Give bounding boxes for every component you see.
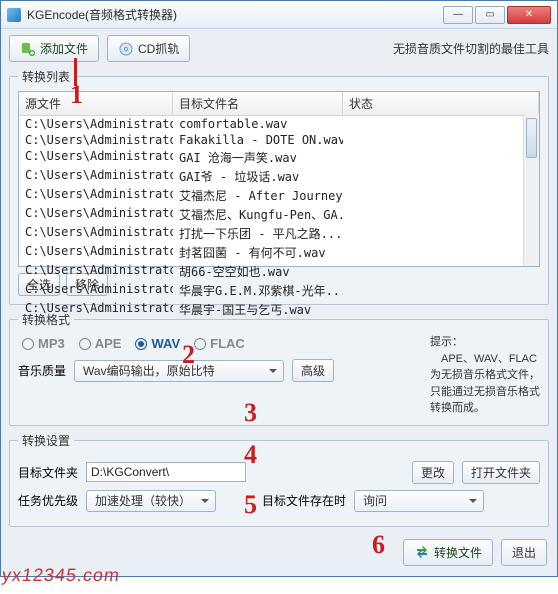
cell-target: GAI 沧海一声笑.wav <box>173 148 343 167</box>
settings-group: 转换设置 目标文件夹 更改 打开文件夹 任务优先级 加速处理（较快） 目标文件存… <box>9 432 549 527</box>
list-legend: 转换列表 <box>18 68 74 85</box>
cell-status <box>343 132 539 148</box>
radio-ape[interactable]: APE <box>79 336 122 351</box>
cell-status <box>343 243 539 262</box>
format-hint: 提示： APE、WAV、FLAC为无损音乐格式文件，只能通过无损音乐格式转换而成… <box>430 334 540 417</box>
convert-button[interactable]: 转换文件 <box>403 539 493 566</box>
table-row[interactable]: C:\Users\Administrator\D...GAI爷 - 垃圾话.wa… <box>19 167 539 186</box>
cell-target: comfortable.wav <box>173 116 343 132</box>
col-source[interactable]: 源文件 <box>19 92 173 115</box>
convert-label: 转换文件 <box>434 544 482 561</box>
target-folder-input[interactable] <box>86 462 246 482</box>
window-title: KGEncode(音频格式转换器) <box>27 6 443 23</box>
cell-status <box>343 224 539 243</box>
cell-status <box>343 116 539 132</box>
change-folder-button[interactable]: 更改 <box>412 461 454 484</box>
cell-status <box>343 262 539 281</box>
table-row[interactable]: C:\Users\Administrator\D...艾福杰尼、Kungfu-P… <box>19 205 539 224</box>
watermark: yx12345.com <box>1 565 122 586</box>
priority-label: 任务优先级 <box>18 492 78 509</box>
app-icon <box>7 8 21 22</box>
cell-source: C:\Users\Administrator\D... <box>19 300 173 319</box>
quality-label: 音乐质量 <box>18 362 66 379</box>
cell-target: 封茗囧菌 - 有何不可.wav <box>173 243 343 262</box>
table-row[interactable]: C:\Users\Administrator\D...GAI 沧海一声笑.wav <box>19 148 539 167</box>
file-list[interactable]: 源文件 目标文件名 状态 C:\Users\Administrator\D...… <box>18 91 540 267</box>
add-file-label: 添加文件 <box>40 40 88 57</box>
format-group: 转换格式 MP3 APE WAV FLAC 音乐质量 Wav编码输出，原始比特 … <box>9 311 549 426</box>
tagline: 无损音质文件切割的最佳工具 <box>393 40 549 57</box>
cell-target: 打扰一下乐团 - 平凡之路... <box>173 224 343 243</box>
cell-source: C:\Users\Administrator\D... <box>19 205 173 224</box>
table-row[interactable]: C:\Users\Administrator\D...华晨宇-国王与乞丐.wav <box>19 300 539 319</box>
music-plus-icon <box>20 41 36 57</box>
priority-select[interactable]: 加速处理（较快） <box>86 490 216 512</box>
cell-target: 艾福杰尼 - After Journey... <box>173 186 343 205</box>
cell-target: 艾福杰尼、Kungfu-Pen、GA... <box>173 205 343 224</box>
conversion-list-group: 转换列表 源文件 目标文件名 状态 C:\Users\Administrator… <box>9 68 549 305</box>
col-status[interactable]: 状态 <box>343 92 539 115</box>
cell-source: C:\Users\Administrator\D... <box>19 132 173 148</box>
radio-flac[interactable]: FLAC <box>194 336 245 351</box>
col-target[interactable]: 目标文件名 <box>173 92 343 115</box>
cell-source: C:\Users\Administrator\D... <box>19 243 173 262</box>
cell-source: C:\Users\Administrator\D... <box>19 167 173 186</box>
open-folder-button[interactable]: 打开文件夹 <box>462 461 540 484</box>
cell-status <box>343 167 539 186</box>
scrollbar-thumb[interactable] <box>526 118 537 158</box>
table-row[interactable]: C:\Users\Administrator\D...艾福杰尼 - After … <box>19 186 539 205</box>
maximize-button[interactable]: ▭ <box>475 6 505 24</box>
cell-status <box>343 148 539 167</box>
close-button[interactable]: ✕ <box>507 6 551 24</box>
minimize-button[interactable]: — <box>443 6 473 24</box>
cell-target: 华晨宇G.E.M.邓紫棋-光年... <box>173 281 343 300</box>
vertical-scrollbar[interactable] <box>523 114 539 266</box>
advanced-button[interactable]: 高级 <box>292 359 334 382</box>
cell-status <box>343 186 539 205</box>
cell-source: C:\Users\Administrator\D... <box>19 262 173 281</box>
table-row[interactable]: C:\Users\Administrator\D...华晨宇G.E.M.邓紫棋-… <box>19 281 539 300</box>
cd-icon <box>118 41 134 57</box>
cd-grab-label: CD抓轨 <box>138 40 179 57</box>
cell-source: C:\Users\Administrator\D... <box>19 224 173 243</box>
target-folder-label: 目标文件夹 <box>18 464 78 481</box>
cell-source: C:\Users\Administrator\D... <box>19 281 173 300</box>
cell-source: C:\Users\Administrator\D... <box>19 186 173 205</box>
exists-select[interactable]: 询问 <box>354 490 484 512</box>
settings-legend: 转换设置 <box>18 432 74 449</box>
cell-status <box>343 205 539 224</box>
cell-source: C:\Users\Administrator\D... <box>19 148 173 167</box>
table-row[interactable]: C:\Users\Administrator\D...封茗囧菌 - 有何不可.w… <box>19 243 539 262</box>
table-row[interactable]: C:\Users\Administrator\D...打扰一下乐团 - 平凡之路… <box>19 224 539 243</box>
cell-target: Fakakilla - DOTE ON.wav <box>173 132 343 148</box>
exists-label: 目标文件存在时 <box>262 492 346 509</box>
cell-target: 华晨宇-国王与乞丐.wav <box>173 300 343 319</box>
cd-grab-button[interactable]: CD抓轨 <box>107 35 190 62</box>
exit-button[interactable]: 退出 <box>501 539 547 566</box>
list-header: 源文件 目标文件名 状态 <box>19 92 539 116</box>
table-row[interactable]: C:\Users\Administrator\D...comfortable.w… <box>19 116 539 132</box>
cell-target: GAI爷 - 垃圾话.wav <box>173 167 343 186</box>
convert-icon <box>414 544 430 560</box>
cell-status <box>343 281 539 300</box>
cell-target: 胡66-空空如也.wav <box>173 262 343 281</box>
add-file-button[interactable]: 添加文件 <box>9 35 99 62</box>
table-row[interactable]: C:\Users\Administrator\D...Fakakilla - D… <box>19 132 539 148</box>
cell-status <box>343 300 539 319</box>
radio-mp3[interactable]: MP3 <box>22 336 65 351</box>
radio-wav[interactable]: WAV <box>135 336 180 351</box>
titlebar: KGEncode(音频格式转换器) — ▭ ✕ <box>1 1 557 29</box>
quality-select[interactable]: Wav编码输出，原始比特 <box>74 360 284 382</box>
cell-source: C:\Users\Administrator\D... <box>19 116 173 132</box>
table-row[interactable]: C:\Users\Administrator\D...胡66-空空如也.wav <box>19 262 539 281</box>
